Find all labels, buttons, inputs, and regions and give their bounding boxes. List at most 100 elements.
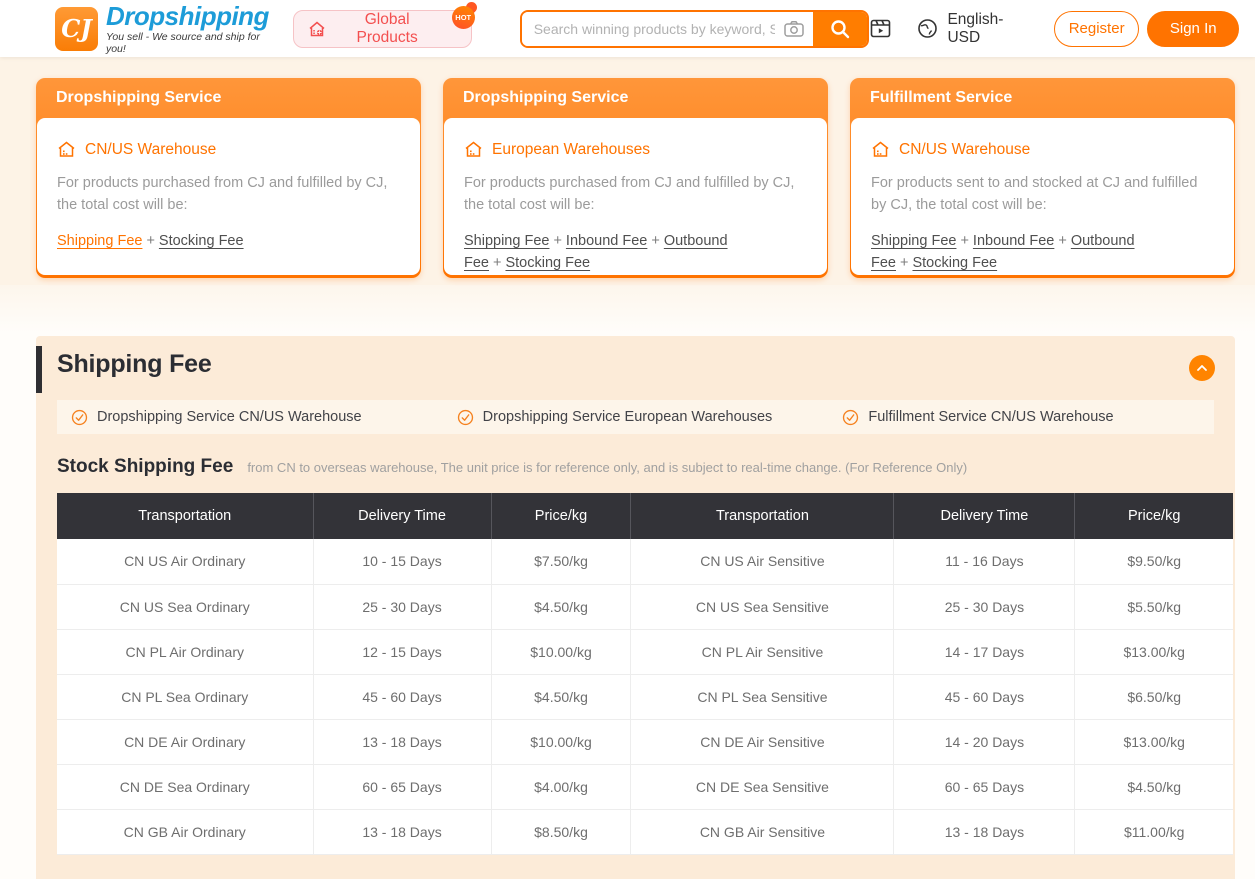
card-header: Dropshipping Service (443, 78, 828, 118)
search-input[interactable] (522, 12, 781, 46)
table-cell: 60 - 65 Days (894, 764, 1075, 809)
table-body: CN US Air Ordinary10 - 15 Days$7.50/kgCN… (57, 539, 1233, 854)
table-cell: $11.00/kg (1075, 809, 1233, 854)
table-cell: CN PL Air Sensitive (631, 629, 894, 674)
table-cell: $4.50/kg (491, 584, 631, 629)
table-cell: $5.50/kg (1075, 584, 1233, 629)
stock-shipping-fee-note: from CN to overseas warehouse, The unit … (247, 460, 967, 475)
fee-link-stocking-fee[interactable]: Stocking Fee (505, 255, 590, 271)
table-cell: CN US Air Sensitive (631, 539, 894, 584)
stock-shipping-fee-heading-row: Stock Shipping Fee from CN to overseas w… (57, 456, 1214, 478)
register-button[interactable]: Register (1054, 11, 1140, 47)
warehouse-label: CN/US Warehouse (899, 141, 1030, 159)
fee-separator: + (900, 255, 908, 271)
table-cell: $9.50/kg (1075, 539, 1233, 584)
table-cell: 12 - 15 Days (313, 629, 491, 674)
column-header: Delivery Time (313, 493, 491, 539)
covered-services-band: Dropshipping Service CN/US Warehouse Dro… (57, 400, 1214, 434)
global-products-button[interactable]: Global Products HOT (293, 10, 472, 48)
table-cell: CN GB Air Ordinary (57, 809, 313, 854)
top-bar: CJ Dropshipping You sell - We source and… (0, 0, 1255, 57)
camera-icon[interactable] (781, 17, 807, 41)
table-row: CN DE Air Ordinary13 - 18 Days$10.00/kgC… (57, 719, 1233, 764)
warehouse-icon (57, 140, 76, 159)
warehouse-line: CN/US Warehouse (871, 140, 1214, 159)
language-currency-selector[interactable]: English-USD (947, 11, 1033, 47)
table-cell: $4.00/kg (491, 764, 631, 809)
fee-link-stocking-fee[interactable]: Stocking Fee (159, 233, 244, 249)
table-cell: 13 - 18 Days (313, 719, 491, 764)
check-circle-icon (842, 409, 859, 426)
house-globe-icon (307, 19, 327, 39)
fee-separator: + (146, 233, 154, 249)
warehouse-label: CN/US Warehouse (85, 141, 216, 159)
section-title-bar: Shipping Fee (36, 336, 1235, 396)
card-description: For products purchased from CJ and fulfi… (464, 172, 807, 217)
fee-link-shipping-fee[interactable]: Shipping Fee (57, 233, 142, 249)
column-header: Transportation (57, 493, 313, 539)
table-row: CN US Air Ordinary10 - 15 Days$7.50/kgCN… (57, 539, 1233, 584)
hot-badge-label: HOT (455, 13, 471, 22)
table-cell: CN US Sea Ordinary (57, 584, 313, 629)
logo-text: Dropshipping You sell - We source and sh… (106, 3, 279, 55)
video-tutorial-icon[interactable] (869, 17, 892, 41)
page: CJ Dropshipping You sell - We source and… (0, 0, 1255, 879)
table-cell: CN US Sea Sensitive (631, 584, 894, 629)
table-cell: $13.00/kg (1075, 629, 1233, 674)
card-header: Dropshipping Service (36, 78, 421, 118)
table-cell: 10 - 15 Days (313, 539, 491, 584)
fee-link-inbound-fee[interactable]: Inbound Fee (973, 233, 1054, 249)
table-cell: CN DE Sea Sensitive (631, 764, 894, 809)
fee-link-inbound-fee[interactable]: Inbound Fee (566, 233, 647, 249)
search-button[interactable] (813, 12, 867, 46)
card-fulfillment-cnus: Fulfillment Service CN/US Warehouse For … (850, 78, 1235, 278)
table-cell: 13 - 18 Days (894, 809, 1075, 854)
column-header: Delivery Time (894, 493, 1075, 539)
table-cell: CN DE Air Sensitive (631, 719, 894, 764)
stock-shipping-fee-table: TransportationDelivery TimePrice/kgTrans… (57, 493, 1233, 855)
table-cell: 14 - 20 Days (894, 719, 1075, 764)
table-cell: $4.50/kg (1075, 764, 1233, 809)
shipping-fee-section: Shipping Fee Dropshipping Service CN/US … (36, 336, 1235, 879)
table-cell: $7.50/kg (491, 539, 631, 584)
card-dropshipping-european: Dropshipping Service European Warehouses… (443, 78, 828, 278)
search-icon (828, 17, 852, 41)
warehouse-icon (871, 140, 890, 159)
table-cell: CN PL Sea Ordinary (57, 674, 313, 719)
service-label: Fulfillment Service CN/US Warehouse (868, 409, 1113, 425)
table-cell: 14 - 17 Days (894, 629, 1075, 674)
warehouse-line: European Warehouses (464, 140, 807, 159)
hot-badge: HOT (452, 2, 479, 29)
service-label: Dropshipping Service European Warehouses (483, 409, 773, 425)
card-body: CN/US Warehouse For products purchased f… (37, 118, 420, 275)
fee-separator: + (960, 233, 968, 249)
warehouse-line: CN/US Warehouse (57, 140, 400, 159)
table-cell: CN PL Sea Sensitive (631, 674, 894, 719)
table-cell: $10.00/kg (491, 719, 631, 764)
column-header: Transportation (631, 493, 894, 539)
globe-icon[interactable] (916, 17, 939, 41)
logo[interactable]: CJ Dropshipping You sell - We source and… (55, 3, 279, 55)
brand-name: Dropshipping (106, 3, 279, 29)
chevron-up-icon (1194, 360, 1210, 376)
collapse-button[interactable] (1189, 355, 1215, 381)
fee-link-shipping-fee[interactable]: Shipping Fee (871, 233, 956, 249)
table-cell: 45 - 60 Days (313, 674, 491, 719)
sign-in-button[interactable]: Sign In (1147, 11, 1239, 47)
card-body: CN/US Warehouse For products sent to and… (851, 118, 1234, 275)
fee-links: Shipping Fee+ Stocking Fee (57, 230, 400, 252)
fee-separator: + (1058, 233, 1066, 249)
fee-link-stocking-fee[interactable]: Stocking Fee (912, 255, 997, 271)
table-cell: 45 - 60 Days (894, 674, 1075, 719)
table-row: CN DE Sea Ordinary60 - 65 Days$4.00/kgCN… (57, 764, 1233, 809)
warehouse-icon (464, 140, 483, 159)
column-header: Price/kg (1075, 493, 1233, 539)
table-row: CN US Sea Ordinary25 - 30 Days$4.50/kgCN… (57, 584, 1233, 629)
table-cell: CN DE Air Ordinary (57, 719, 313, 764)
table-cell: $10.00/kg (491, 629, 631, 674)
table-cell: 60 - 65 Days (313, 764, 491, 809)
background-fade (0, 285, 1255, 333)
table-cell: $6.50/kg (1075, 674, 1233, 719)
fee-link-shipping-fee[interactable]: Shipping Fee (464, 233, 549, 249)
fee-separator: + (553, 233, 561, 249)
